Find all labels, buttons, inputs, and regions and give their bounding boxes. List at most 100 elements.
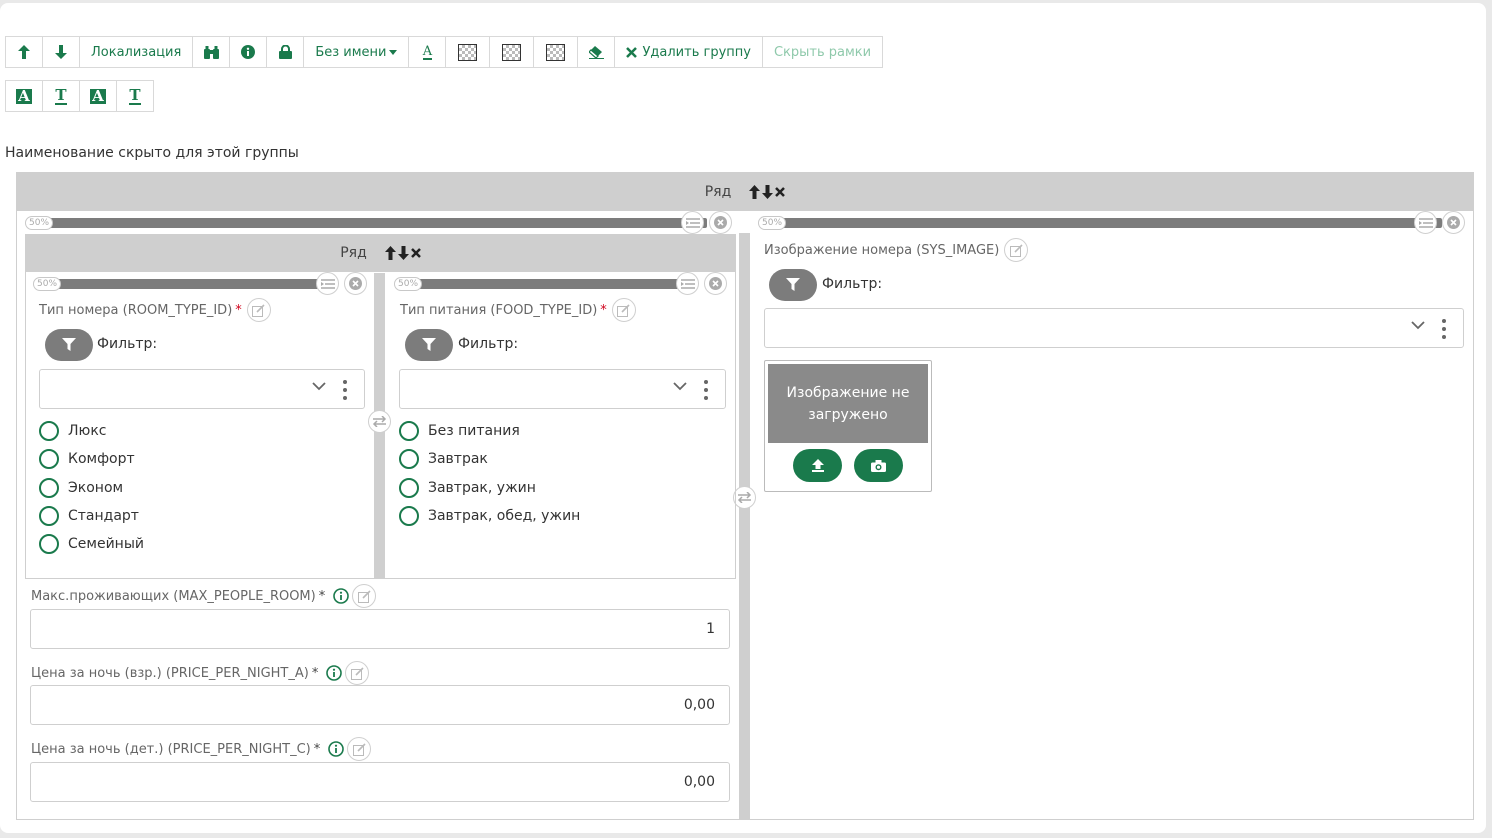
- move-down-button[interactable]: [42, 36, 80, 68]
- radio-circle[interactable]: [399, 506, 419, 527]
- price-child-input[interactable]: 0,00: [30, 762, 730, 802]
- food-type-remove-button[interactable]: [704, 272, 727, 295]
- background-pattern-button-2[interactable]: [489, 36, 535, 68]
- edit-icon[interactable]: [1004, 238, 1029, 262]
- right-column-remove-button[interactable]: [1442, 211, 1465, 234]
- chevron-down-icon: [1411, 321, 1425, 330]
- option-label: Семейный: [68, 536, 144, 553]
- radio-circle[interactable]: [39, 421, 59, 442]
- font-underline-button[interactable]: A: [408, 36, 447, 68]
- info-icon: [241, 45, 256, 59]
- list-icon: [680, 278, 695, 289]
- lock-button[interactable]: [266, 36, 305, 68]
- max-people-input[interactable]: 1: [30, 609, 730, 649]
- room-type-remove-button[interactable]: [344, 272, 367, 295]
- info-icon[interactable]: [328, 741, 345, 757]
- background-pattern-button-1[interactable]: [445, 36, 491, 68]
- room-type-column-bar[interactable]: [35, 279, 327, 289]
- background-pattern-button-3[interactable]: [533, 36, 579, 68]
- label-color-button[interactable]: A: [79, 80, 117, 112]
- right-column-bar[interactable]: [760, 218, 1442, 228]
- radio-option[interactable]: Завтрак: [399, 445, 580, 473]
- arrow-down-icon[interactable]: [397, 246, 409, 260]
- caret-down-icon: [389, 49, 398, 55]
- info-icon[interactable]: [333, 588, 350, 604]
- hide-frames-label: Скрыть рамки: [773, 44, 872, 60]
- info-icon[interactable]: [326, 665, 343, 681]
- close-icon[interactable]: [775, 187, 786, 197]
- label-style-button[interactable]: T: [116, 80, 154, 112]
- radio-option[interactable]: Завтрак, обед, ужин: [399, 502, 580, 530]
- left-column-settings-button[interactable]: [681, 211, 704, 234]
- arrow-up-icon[interactable]: [749, 185, 761, 199]
- localization-button[interactable]: Локализация: [79, 36, 194, 68]
- move-up-button[interactable]: [5, 36, 43, 68]
- radio-option[interactable]: Люкс: [39, 417, 144, 445]
- option-label: Завтрак, ужин: [428, 479, 536, 496]
- radio-circle[interactable]: [39, 534, 59, 555]
- inner-resize-handle[interactable]: [368, 410, 391, 433]
- text-style-button[interactable]: T: [42, 80, 80, 112]
- left-column-bar[interactable]: [27, 218, 707, 228]
- close-icon[interactable]: [410, 248, 421, 258]
- radio-circle[interactable]: [39, 477, 59, 498]
- more-vertical-icon[interactable]: [704, 380, 708, 400]
- option-label: Люкс: [68, 423, 107, 440]
- radio-circle[interactable]: [39, 506, 59, 527]
- eraser-button[interactable]: [577, 36, 616, 68]
- food-type-select[interactable]: [399, 369, 726, 409]
- sys-image-filter-button[interactable]: [769, 269, 817, 301]
- search-button[interactable]: [192, 36, 231, 68]
- list-icon: [320, 278, 335, 289]
- arrow-down-icon[interactable]: [762, 185, 774, 199]
- more-vertical-icon[interactable]: [1442, 319, 1446, 339]
- outer-column-splitter[interactable]: [739, 233, 750, 819]
- outer-resize-handle[interactable]: [733, 486, 756, 509]
- edit-icon[interactable]: [611, 298, 636, 322]
- swap-horizontal-icon: [372, 416, 387, 427]
- more-vertical-icon[interactable]: [343, 380, 347, 400]
- text-color-button[interactable]: A: [5, 80, 43, 112]
- radio-option[interactable]: Завтрак, ужин: [399, 474, 580, 502]
- name-dropdown[interactable]: Без имени: [303, 36, 410, 68]
- arrow-up-icon[interactable]: [384, 246, 396, 260]
- camera-button[interactable]: [854, 449, 903, 482]
- right-column-settings-button[interactable]: [1414, 211, 1437, 234]
- left-column-remove-button[interactable]: [709, 211, 732, 234]
- delete-group-button[interactable]: Удалить группу: [614, 36, 763, 68]
- radio-circle[interactable]: [39, 449, 59, 470]
- price-adult-input[interactable]: 0,00: [30, 685, 730, 725]
- radio-option[interactable]: Эконом: [39, 474, 144, 502]
- lock-icon: [278, 45, 292, 59]
- max-people-field-label: Макс.проживающих (MAX_PEOPLE_ROOM) *: [31, 584, 377, 608]
- food-type-settings-button[interactable]: [676, 272, 699, 295]
- room-type-select[interactable]: [39, 369, 365, 409]
- upload-image-button[interactable]: [793, 449, 842, 482]
- radio-circle[interactable]: [399, 421, 419, 442]
- radio-option[interactable]: Семейный: [39, 530, 144, 558]
- radio-option[interactable]: Комфорт: [39, 445, 144, 473]
- price-adult-label-text: Цена за ночь (взр.) (PRICE_PER_NIGHT_A): [31, 665, 309, 681]
- edit-icon[interactable]: [347, 737, 372, 761]
- sys-image-filter-label: Фильтр:: [822, 276, 883, 292]
- radio-option[interactable]: Стандарт: [39, 502, 144, 530]
- food-type-filter-button[interactable]: [405, 329, 453, 361]
- edit-icon[interactable]: [352, 584, 377, 608]
- sys-image-select[interactable]: [764, 308, 1464, 348]
- edit-icon[interactable]: [246, 298, 271, 322]
- outer-row-header: Ряд: [17, 173, 1473, 211]
- hide-frames-button[interactable]: Скрыть рамки: [761, 36, 884, 68]
- food-type-column-bar[interactable]: [396, 279, 689, 289]
- room-type-settings-button[interactable]: [316, 272, 339, 295]
- radio-circle[interactable]: [399, 449, 419, 470]
- radio-circle[interactable]: [399, 477, 419, 498]
- room-type-filter-button[interactable]: [45, 329, 93, 361]
- required-marker: *: [311, 665, 319, 681]
- radio-option[interactable]: Без питания: [399, 417, 580, 445]
- required-marker: *: [600, 302, 607, 318]
- option-label: Эконом: [68, 479, 124, 496]
- edit-icon[interactable]: [345, 661, 370, 685]
- option-label: Комфорт: [68, 451, 135, 468]
- info-button[interactable]: [229, 36, 268, 68]
- required-marker: *: [235, 302, 242, 318]
